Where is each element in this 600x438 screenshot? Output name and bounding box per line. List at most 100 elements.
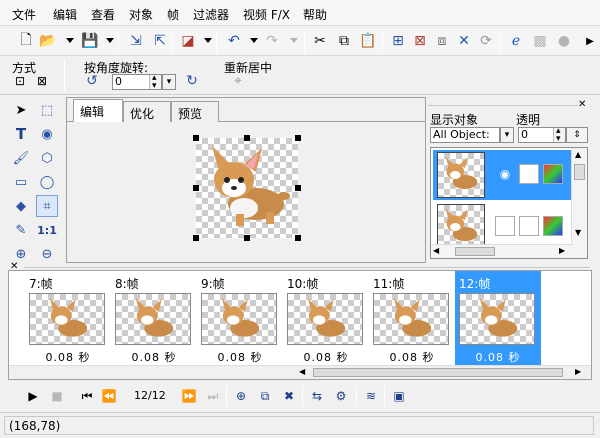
rotate-combo-icon[interactable]: ▾ [162,74,176,90]
object-list-vscroll[interactable]: ▲ ▼ [571,148,587,258]
tab-preview[interactable]: 预览 [171,101,219,122]
export-icon[interactable]: ⇱ [150,31,170,51]
actual-size-icon[interactable]: 1:1 [36,219,58,241]
menu-frame[interactable]: 帧 [167,6,179,23]
resize-handle[interactable] [295,235,301,241]
lock-toggle[interactable] [519,216,539,236]
lock-toggle[interactable] [519,164,539,184]
show-objects-dropdown-icon[interactable]: ▾ [500,127,514,143]
frame-cell[interactable]: 10:帧 0.08 秒 [283,271,369,365]
menu-video-fx[interactable]: 视频 F/X [243,6,290,23]
frame-cell[interactable]: 8:帧 0.08 秒 [111,271,197,365]
frame-properties-icon[interactable]: ⚙ [332,387,350,405]
cut-icon[interactable]: ✂ [310,31,330,51]
delete-icon[interactable]: ⊠ [410,31,430,51]
menu-object[interactable]: 对象 [129,6,153,23]
frame-cell[interactable]: 11:帧 0.08 秒 [369,271,455,365]
frame-cell[interactable]: 9:帧 0.08 秒 [197,271,283,365]
save-dropdown-icon[interactable] [106,38,114,43]
opacity-input[interactable]: 0 [518,124,566,146]
opacity-spin-icon[interactable]: ⇕ [566,127,588,143]
tab-edit[interactable]: 编辑 [73,99,123,123]
menu-edit[interactable]: 编辑 [53,6,77,23]
scroll-thumb[interactable] [574,164,585,180]
resize-handle[interactable] [193,185,199,191]
scroll-left-icon[interactable]: ◀ [299,367,305,376]
brush-icon[interactable]: 🖌 [10,147,32,169]
paste-icon[interactable]: 📋 [358,31,378,51]
menu-file[interactable]: 文件 [12,6,36,23]
visibility-toggle[interactable] [495,216,515,236]
lasso-icon[interactable]: ◯ [36,171,58,193]
play-icon[interactable]: ◉ [36,123,58,145]
scroll-right-icon[interactable]: ▶ [575,367,581,376]
play-icon[interactable]: ▶ [24,387,42,405]
scroll-thumb[interactable] [313,368,563,377]
show-objects-select[interactable]: All Object: [430,127,500,143]
stop-icon[interactable]: ■ [48,387,66,405]
scroll-down-icon[interactable]: ▼ [575,228,581,237]
color-dropdown-icon[interactable] [204,38,212,43]
preview-icon[interactable]: ▩ [530,31,550,51]
scroll-up-icon[interactable]: ▲ [575,150,581,159]
import-icon[interactable]: ⇲ [126,31,146,51]
zoom-out-icon[interactable]: ⊖ [36,243,58,265]
rotate-angle-input[interactable]: 0 [112,71,162,93]
rotate-spin-icon[interactable] [149,71,161,93]
paint-bucket-icon[interactable]: ◆ [10,195,32,217]
crop-tool-icon[interactable]: ⌗ [36,195,58,217]
pane-close-icon[interactable]: ✕ [578,99,586,110]
delete-frame-icon[interactable]: ✖ [280,387,298,405]
eyedropper-icon[interactable]: ✎ [10,219,32,241]
resize-handle[interactable] [295,135,301,141]
recenter-icon[interactable]: ⌖ [230,73,246,89]
pointer-icon[interactable]: ➤ [10,99,32,121]
visibility-eye-icon[interactable]: ◉ [495,164,515,184]
add-frame-icon[interactable]: ⊕ [232,387,250,405]
last-frame-icon[interactable]: ⏭ [204,387,222,405]
open-dropdown-icon[interactable] [66,38,74,43]
menu-filter[interactable]: 过滤器 [193,6,229,23]
resize-handle[interactable] [244,235,250,241]
undo-dropdown-icon[interactable] [250,38,258,43]
crop-icon[interactable]: ⊞ [388,31,408,51]
fit-icon[interactable]: ⊡ [12,73,28,89]
open-icon[interactable]: 📂 [38,31,58,51]
scroll-thumb[interactable] [455,247,495,256]
duplicate-frame-icon[interactable]: ⧉ [256,387,274,405]
tab-optimize[interactable]: 优化 [123,101,171,122]
next-frame-icon[interactable]: ⏩ [180,387,198,405]
select-icon[interactable]: ⬚ [36,99,58,121]
web-icon[interactable]: ℯ [506,31,526,51]
toolbar-more-icon[interactable]: ▶ [580,31,600,51]
record-icon[interactable]: ● [554,31,574,51]
redo-dropdown-icon[interactable] [290,38,298,43]
first-frame-icon[interactable]: ⏮ [78,387,96,405]
transform-icon[interactable]: ✕ [454,31,474,51]
eraser-icon[interactable]: ▭ [10,171,32,193]
prev-frame-icon[interactable]: ⏪ [100,387,118,405]
optimize-icon[interactable]: ⟳ [476,31,496,51]
rotate-ccw-icon[interactable]: ↺ [84,73,100,89]
opacity-spin-icon[interactable] [553,124,565,146]
frame-cell[interactable]: 7:帧 0.08 秒 [25,271,111,365]
color-icon[interactable]: ◪ [178,31,198,51]
scroll-left-icon[interactable]: ◀ [433,246,439,255]
object-list-hscroll[interactable]: ◀ ▶ [431,244,573,258]
stretch-icon[interactable]: ⊠ [34,73,50,89]
list-item[interactable]: ◉ [433,150,573,200]
resize-handle[interactable] [295,185,301,191]
color-swatch-icon[interactable] [543,164,563,184]
undo-icon[interactable]: ↶ [224,31,244,51]
resize-handle[interactable] [193,135,199,141]
fill-icon[interactable]: ⬡ [36,147,58,169]
redo-icon[interactable]: ↷ [262,31,282,51]
reverse-frames-icon[interactable]: ⇆ [308,387,326,405]
editing-stage[interactable] [67,122,425,262]
menu-view[interactable]: 查看 [91,6,115,23]
tween-icon[interactable]: ≋ [362,387,380,405]
frame-strip-hscroll[interactable]: ◀ ▶ [9,365,591,379]
color-swatch-icon[interactable] [543,216,563,236]
save-icon[interactable]: 💾 [80,31,100,51]
preview-animation-icon[interactable]: ▣ [390,387,408,405]
